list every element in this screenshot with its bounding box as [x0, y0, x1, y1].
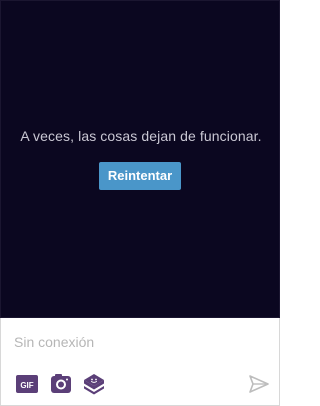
sticker-button[interactable]	[82, 372, 106, 396]
message-composer: GIF	[0, 318, 280, 406]
gif-button[interactable]: GIF	[15, 372, 39, 396]
send-icon	[249, 375, 269, 393]
message-input[interactable]	[14, 332, 264, 352]
retry-button[interactable]: Reintentar	[99, 162, 181, 190]
camera-icon	[51, 374, 71, 393]
camera-button[interactable]	[49, 372, 73, 396]
gif-icon-label: GIF	[20, 381, 33, 390]
gif-icon: GIF	[16, 375, 38, 393]
chat-error-panel: A veces, las cosas dejan de funcionar. R…	[0, 0, 280, 318]
sticker-icon	[84, 374, 104, 395]
error-message: A veces, las cosas dejan de funcionar.	[20, 128, 262, 144]
send-button[interactable]	[247, 372, 271, 396]
